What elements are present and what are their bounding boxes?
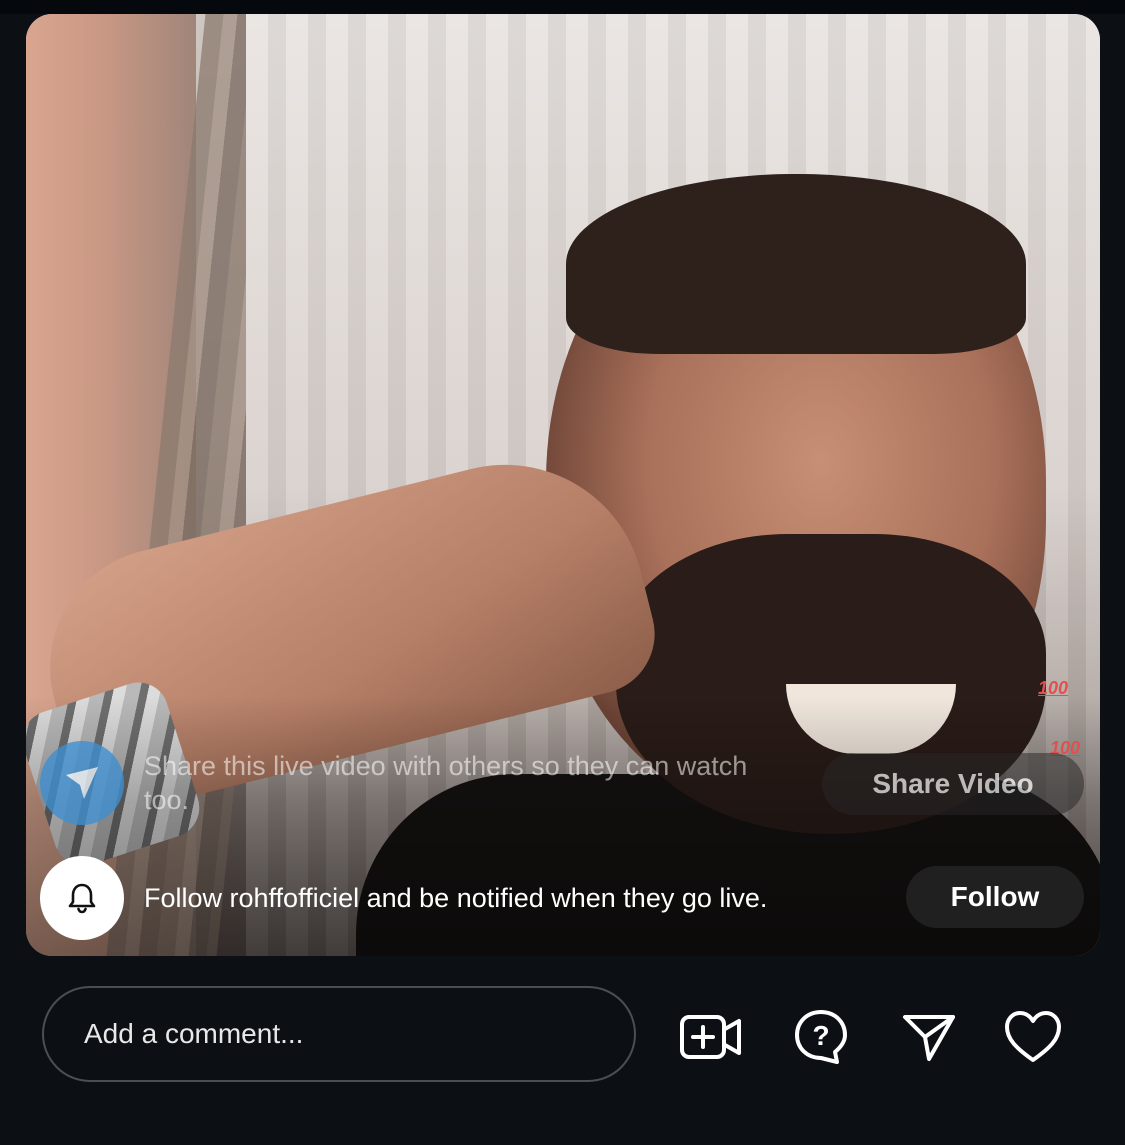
add-video-icon[interactable] — [678, 1004, 744, 1070]
person-hair — [566, 174, 1026, 354]
live-video-screen: 100 100 Share this live video with other… — [0, 0, 1125, 1145]
comment-placeholder: Add a comment... — [84, 1018, 304, 1049]
send-icon[interactable] — [896, 1004, 962, 1070]
bell-avatar — [40, 856, 124, 940]
question-icon[interactable]: ? — [788, 1004, 854, 1070]
share-video-button[interactable]: Share Video — [822, 753, 1084, 815]
bell-icon — [68, 883, 96, 914]
share-message: Share this live video with others so the… — [144, 751, 748, 815]
share-arrow-icon — [66, 767, 98, 799]
share-avatar — [40, 741, 124, 825]
follow-message: Follow rohffofficiel and be notified whe… — [144, 883, 768, 913]
share-prompt: Share this live video with others so the… — [40, 741, 794, 825]
heart-icon[interactable] — [1000, 1004, 1066, 1070]
hundred-emoji: 100 — [1038, 678, 1069, 698]
status-strip — [0, 0, 1125, 14]
comment-input[interactable]: Add a comment... — [42, 986, 636, 1082]
follow-button[interactable]: Follow — [906, 866, 1084, 928]
follow-prompt: Follow rohffofficiel and be notified whe… — [40, 856, 794, 940]
svg-text:?: ? — [812, 1020, 829, 1051]
